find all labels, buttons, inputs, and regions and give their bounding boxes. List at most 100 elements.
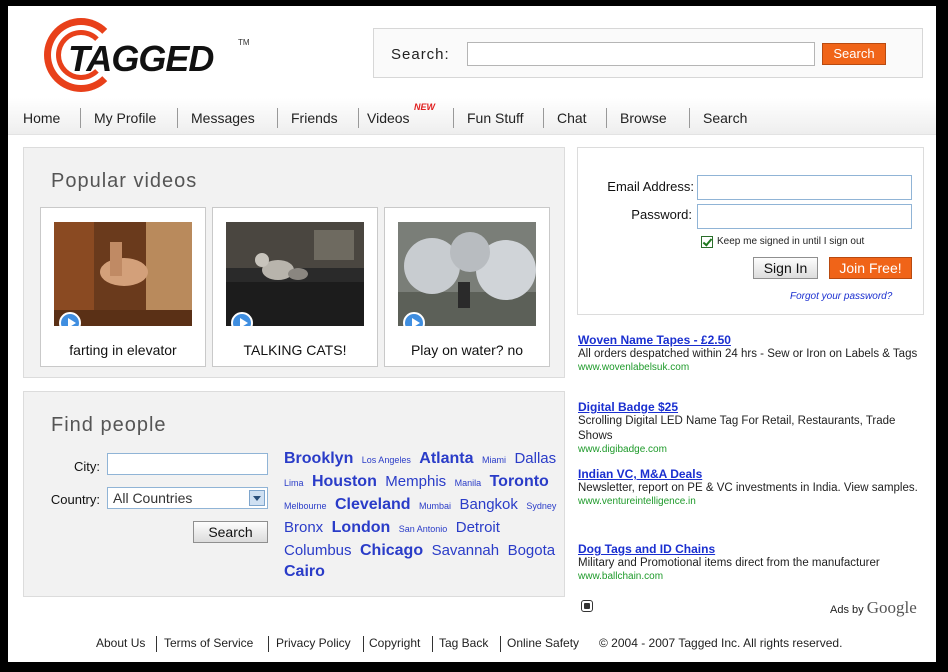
city-link[interactable]: Brooklyn: [284, 450, 353, 467]
tagged-logo[interactable]: TAGGED TM: [44, 16, 254, 96]
ad-title[interactable]: Indian VC, M&A Deals: [578, 467, 928, 481]
footer-separator: [363, 636, 364, 652]
footer-terms[interactable]: Terms of Service: [164, 636, 253, 650]
city-link[interactable]: Dallas: [514, 450, 556, 467]
footer-privacy[interactable]: Privacy Policy: [276, 636, 351, 650]
join-free-button[interactable]: Join Free!: [829, 257, 912, 279]
city-link[interactable]: Bogota: [508, 542, 556, 559]
keep-signed-in-checkbox[interactable]: [701, 236, 713, 248]
city-link[interactable]: London: [332, 519, 391, 536]
nav-fun-stuff[interactable]: Fun Stuff: [467, 110, 524, 126]
video-thumbnail[interactable]: [226, 222, 364, 326]
city-link[interactable]: Miami: [482, 455, 506, 465]
country-select[interactable]: All Countries: [107, 487, 268, 509]
ad-item[interactable]: Indian VC, M&A Deals Newsletter, report …: [578, 467, 928, 507]
city-link[interactable]: Los Angeles: [362, 455, 411, 465]
login-panel: Email Address: Password: Keep me signed …: [577, 147, 924, 315]
find-people-title: Find people: [51, 414, 167, 436]
keep-signed-in-label: Keep me signed in until I sign out: [717, 236, 865, 247]
ad-url[interactable]: www.ballchain.com: [578, 571, 928, 582]
video-caption[interactable]: TALKING CATS!: [213, 342, 377, 358]
city-link[interactable]: Bangkok: [460, 496, 518, 513]
nav-separator: [358, 108, 359, 128]
city-link[interactable]: Savannah: [432, 542, 500, 559]
video-card[interactable]: farting in elevator: [40, 207, 206, 367]
nav-separator: [177, 108, 178, 128]
city-link[interactable]: Melbourne: [284, 501, 327, 511]
city-link[interactable]: Cairo: [284, 563, 325, 580]
video-card[interactable]: TALKING CATS!: [212, 207, 378, 367]
footer-online-safety[interactable]: Online Safety: [507, 636, 579, 650]
logo-trademark: TM: [238, 38, 250, 47]
header-search-box: Search: Search: [373, 28, 923, 78]
video-thumbnail[interactable]: [398, 222, 536, 326]
ads-by-google[interactable]: Ads by Google: [830, 598, 917, 618]
ad-title[interactable]: Woven Name Tapes - £2.50: [578, 333, 928, 347]
logo-text: TAGGED: [68, 38, 214, 79]
footer-separator: [268, 636, 269, 652]
popular-videos-title: Popular videos: [51, 170, 198, 192]
city-link[interactable]: Manila: [455, 478, 482, 488]
ad-title[interactable]: Dog Tags and ID Chains: [578, 542, 928, 556]
video-thumbnail[interactable]: [54, 222, 192, 326]
ad-item[interactable]: Woven Name Tapes - £2.50 All orders desp…: [578, 333, 928, 373]
find-people-search-button[interactable]: Search: [193, 521, 268, 543]
ad-title[interactable]: Digital Badge $25: [578, 400, 928, 414]
city-link[interactable]: Columbus: [284, 542, 352, 559]
nav-browse[interactable]: Browse: [620, 110, 667, 126]
city-link[interactable]: Cleveland: [335, 496, 411, 513]
ad-description: Newsletter, report on PE & VC investment…: [578, 482, 918, 494]
password-label: Password:: [631, 207, 692, 222]
city-link[interactable]: Lima: [284, 478, 304, 488]
forgot-password-link[interactable]: Forgot your password?: [790, 291, 892, 302]
sign-in-button[interactable]: Sign In: [753, 257, 818, 279]
nav-separator: [80, 108, 81, 128]
ad-info-icon[interactable]: [581, 600, 593, 612]
header-search-input[interactable]: [467, 42, 815, 66]
video-card[interactable]: Play on water? no: [384, 207, 550, 367]
ad-description: Military and Promotional items direct fr…: [578, 557, 880, 569]
city-link[interactable]: Mumbai: [419, 501, 451, 511]
city-link[interactable]: Houston: [312, 473, 377, 490]
ad-item[interactable]: Digital Badge $25 Scrolling Digital LED …: [578, 400, 928, 455]
city-link[interactable]: San Antonio: [399, 524, 448, 534]
city-link[interactable]: Atlanta: [419, 450, 473, 467]
footer: About Us Terms of Service Privacy Policy…: [8, 636, 936, 654]
country-label: Country:: [50, 492, 100, 507]
nav-messages[interactable]: Messages: [191, 110, 255, 126]
footer-about-us[interactable]: About Us: [96, 636, 145, 650]
ad-url[interactable]: www.digibadge.com: [578, 444, 928, 455]
chevron-down-icon[interactable]: [249, 490, 265, 506]
city-link[interactable]: Sydney: [526, 501, 556, 511]
popular-videos-panel: Popular videos farting in elevator TALKI…: [23, 147, 565, 378]
ad-url[interactable]: www.ventureintelligence.in: [578, 496, 928, 507]
nav-my-profile[interactable]: My Profile: [94, 110, 156, 126]
footer-copyright-text: © 2004 - 2007 Tagged Inc. All rights res…: [599, 636, 843, 650]
video-thumbnail-image: [226, 222, 364, 326]
footer-copyright-link[interactable]: Copyright: [369, 636, 420, 650]
new-badge: NEW: [414, 102, 435, 112]
video-caption[interactable]: Play on water? no: [385, 342, 549, 358]
nav-friends[interactable]: Friends: [291, 110, 338, 126]
nav-chat[interactable]: Chat: [557, 110, 587, 126]
footer-separator: [500, 636, 501, 652]
email-input[interactable]: [697, 175, 912, 200]
city-input[interactable]: [107, 453, 268, 475]
ad-item[interactable]: Dog Tags and ID Chains Military and Prom…: [578, 542, 928, 582]
password-input[interactable]: [697, 204, 912, 229]
ad-url[interactable]: www.wovenlabelsuk.com: [578, 362, 928, 373]
city-link[interactable]: Bronx: [284, 519, 323, 536]
ad-description: Scrolling Digital LED Name Tag For Retai…: [578, 415, 896, 442]
nav-search[interactable]: Search: [703, 110, 747, 126]
video-caption[interactable]: farting in elevator: [41, 342, 205, 358]
footer-separator: [156, 636, 157, 652]
nav-home[interactable]: Home: [23, 110, 60, 126]
footer-tag-back[interactable]: Tag Back: [439, 636, 488, 650]
city-link[interactable]: Chicago: [360, 542, 423, 559]
city-link[interactable]: Toronto: [490, 473, 549, 490]
nav-separator: [543, 108, 544, 128]
city-link[interactable]: Memphis: [385, 473, 446, 490]
city-link[interactable]: Detroit: [456, 519, 500, 536]
header-search-button[interactable]: Search: [822, 43, 886, 65]
nav-videos[interactable]: Videos NEW: [367, 102, 435, 126]
